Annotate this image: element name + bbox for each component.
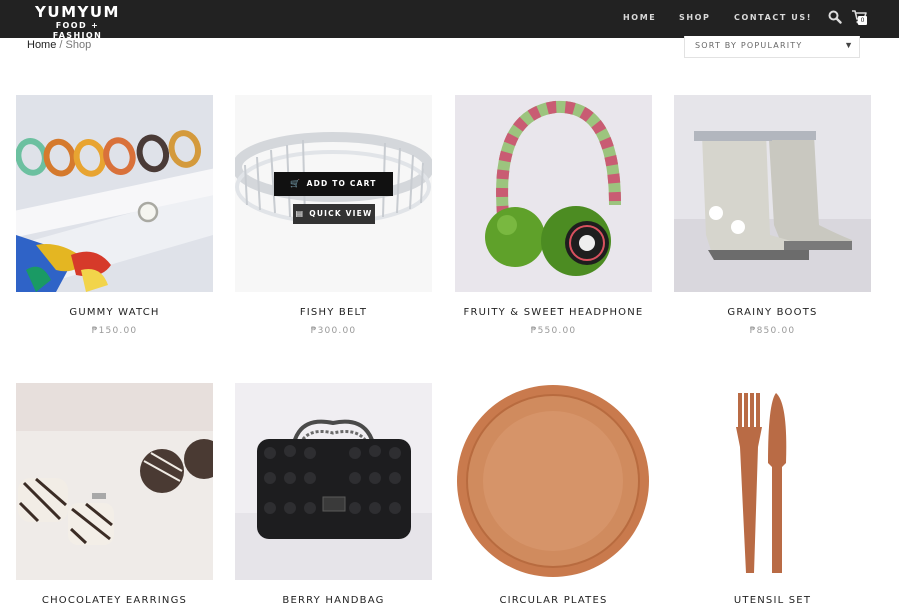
product-price: ₱150.00 — [91, 326, 138, 336]
product-name[interactable]: FISHY BELT — [235, 307, 432, 318]
nav-shop-link[interactable]: SHOP — [679, 13, 711, 22]
quick-view-label: QUICK VIEW — [309, 209, 373, 218]
product-image[interactable] — [235, 383, 432, 580]
product-name[interactable]: UTENSIL SET — [674, 595, 871, 606]
product-image[interactable] — [16, 95, 213, 292]
top-navbar: YUMYUM FOOD + FASHION HOME SHOP CONTACT … — [0, 0, 899, 41]
product-name[interactable]: BERRY HANDBAG — [235, 595, 432, 606]
logo-tagline: FOOD + FASHION — [52, 21, 103, 40]
nav-contact-link[interactable]: CONTACT US! — [734, 13, 812, 22]
sort-dropdown[interactable]: SORT BY POPULARITY ▼ — [684, 36, 860, 58]
product-image[interactable] — [455, 383, 652, 580]
product-image[interactable] — [455, 95, 652, 292]
product-image[interactable] — [16, 383, 213, 580]
quick-view-button[interactable]: ▤ QUICK VIEW — [293, 204, 375, 224]
sort-selected-value: SORT BY POPULARITY — [695, 41, 803, 50]
product-price: ₱850.00 — [749, 326, 796, 336]
product-name[interactable]: GUMMY WATCH — [16, 307, 213, 318]
product-price: ₱300.00 — [310, 326, 357, 336]
product-price: ₱550.00 — [530, 326, 577, 336]
site-logo[interactable]: YUMYUM FOOD + FASHION — [30, 4, 125, 41]
cart-count-badge: 0 — [858, 16, 867, 25]
product-image[interactable] — [674, 383, 871, 580]
search-icon[interactable] — [828, 10, 842, 24]
product-name[interactable]: GRAINY BOOTS — [674, 307, 871, 318]
cart-icon: 🛒 — [290, 179, 302, 188]
quick-view-icon: ▤ — [295, 209, 305, 218]
nav-home-link[interactable]: HOME — [623, 13, 656, 22]
breadcrumb-current: Shop — [65, 39, 92, 51]
breadcrumb-separator: / — [56, 39, 66, 51]
breadcrumb: Home / Shop — [27, 39, 91, 51]
product-image[interactable]: 🛒 ADD TO CART ▤ QUICK VIEW — [235, 95, 432, 292]
chevron-down-icon: ▼ — [844, 40, 853, 50]
breadcrumb-home-link[interactable]: Home — [27, 39, 56, 51]
product-name[interactable]: CHOCOLATEY EARRINGS — [16, 595, 213, 606]
product-name[interactable]: CIRCULAR PLATES — [455, 595, 652, 606]
product-image[interactable] — [674, 95, 871, 292]
product-name[interactable]: FRUITY & SWEET HEADPHONE — [455, 307, 652, 318]
logo-title: YUMYUM — [35, 3, 120, 21]
add-to-cart-label: ADD TO CART — [306, 179, 377, 188]
add-to-cart-button[interactable]: 🛒 ADD TO CART — [274, 172, 393, 196]
